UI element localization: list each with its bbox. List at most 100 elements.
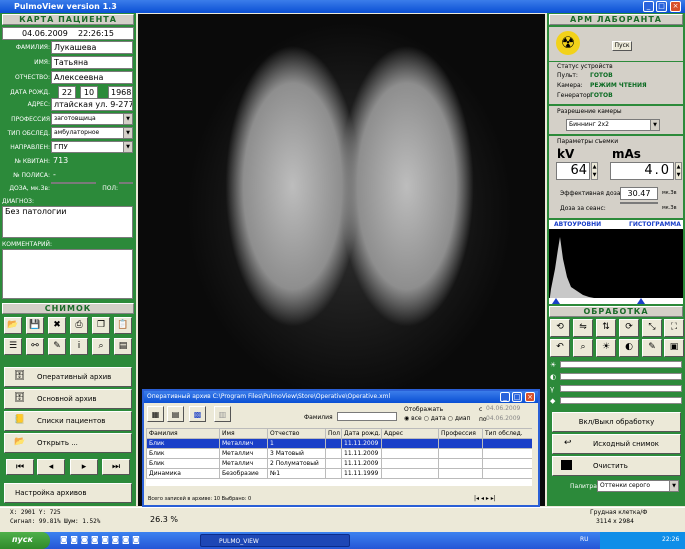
sex-label: ПОЛ: [102, 185, 118, 192]
sharpness-slider[interactable] [560, 397, 682, 404]
policy-field[interactable]: - [51, 169, 133, 180]
quick-launch-icons[interactable]: ◙ ◙ ◙ ◙ ◙ ◙ ◙ ◙ [60, 535, 140, 544]
invert-icon[interactable]: ▣ [664, 339, 684, 357]
rotate-right-icon[interactable]: ⟳ [619, 319, 639, 337]
tab-auto-levels[interactable]: АВТОУРОВНИ [554, 221, 601, 228]
radiation-icon: ☢ [556, 31, 580, 55]
histogram-chart[interactable] [549, 229, 683, 304]
from-label: с [479, 406, 483, 413]
exam-type-select[interactable]: амбулаторное ▼ [51, 127, 133, 139]
start-button[interactable]: Пуск [612, 41, 632, 51]
zoom-icon[interactable]: ⌕ [573, 339, 593, 357]
close-button[interactable]: × [670, 1, 681, 12]
grid-view-icon[interactable]: ▩ [189, 406, 206, 422]
language-indicator[interactable]: RU [580, 536, 589, 543]
patronymic-field[interactable]: Алексеевна [51, 71, 133, 84]
column-header[interactable]: Адрес [381, 428, 439, 439]
archive-nav[interactable]: |◂ ◂ ▸ ▸| [474, 495, 496, 502]
maximize-button[interactable]: □ [512, 392, 522, 402]
edit-record-icon[interactable]: ▤ [167, 406, 184, 422]
table-cell [381, 468, 439, 479]
table-cell: Безобразие [219, 468, 268, 479]
mas-stepper[interactable]: ▲ ▼ [675, 162, 682, 180]
mirror-icon[interactable]: ⇅ [596, 319, 616, 337]
table-row[interactable]: Блик Металлич 1 11.11.2009 [146, 438, 532, 449]
column-header[interactable]: Фамилия [146, 428, 220, 439]
print-icon[interactable]: ⎙ [70, 317, 88, 334]
to-date-field[interactable]: 04.06.2009 [486, 415, 520, 422]
comment-textarea[interactable] [2, 249, 133, 299]
receipt-label: № КВИТАН: [14, 158, 50, 165]
table-row[interactable]: Блик Металлич 2 Полуматовый 11.11.2009 [146, 458, 532, 469]
diagnosis-textarea[interactable]: Без патологии [2, 206, 133, 238]
toggle-processing-button[interactable]: Вкл/Выкл обработку [552, 412, 681, 432]
palette-select[interactable]: Оттенки серого ▼ [597, 480, 679, 492]
flip-icon[interactable]: ⇋ [573, 319, 593, 337]
paste-icon[interactable]: 📋 [114, 317, 132, 334]
table-cell: №1 [267, 468, 326, 479]
contrast-slider[interactable] [560, 373, 682, 380]
operative-archive-window[interactable]: Оперативный архив C:\Program Files\Pulmo… [142, 389, 540, 507]
resolution-select[interactable]: Биннинг 2x2 ▼ [566, 119, 660, 131]
kv-stepper[interactable]: ▲ ▼ [591, 162, 598, 180]
kv-value[interactable]: 64 [556, 162, 590, 180]
list-icon[interactable]: ☰ [4, 338, 22, 355]
start-menu-button[interactable]: пуск [0, 532, 50, 549]
column-header[interactable]: Отчество [267, 428, 326, 439]
fit-icon[interactable]: ⤡ [642, 319, 662, 337]
profession-select[interactable]: заготовщица ▼ [51, 113, 133, 125]
add-record-icon[interactable]: ▦ [147, 406, 164, 422]
contrast-icon[interactable]: ◐ [619, 339, 639, 357]
prev-record-button[interactable]: ◂ [37, 459, 65, 475]
column-header[interactable]: Дата рожд. [341, 428, 382, 439]
archive-window-title: Оперативный архив C:\Program Files\Pulmo… [144, 391, 538, 403]
column-header[interactable]: Пол [325, 428, 342, 439]
close-button[interactable]: × [525, 392, 535, 402]
document-icon[interactable]: ▤ [114, 338, 132, 355]
brightness-icon[interactable]: ☀ [596, 339, 616, 357]
copy-icon[interactable]: ❐ [92, 317, 110, 334]
referral-select[interactable]: ГПУ ▼ [51, 141, 133, 153]
surname-filter-input[interactable] [337, 412, 397, 421]
column-header[interactable]: Профессия [438, 428, 483, 439]
minimize-button[interactable]: _ [500, 392, 510, 402]
delete-icon[interactable]: ✖ [48, 317, 66, 334]
brightness-slider[interactable] [560, 361, 682, 368]
next-record-button[interactable]: ▸ [70, 459, 98, 475]
first-record-button[interactable]: ⏮ [6, 459, 34, 475]
from-date-field[interactable]: 04.06.2009 [486, 405, 520, 412]
tools-icon[interactable]: ✎ [48, 338, 66, 355]
crop-icon[interactable]: ⛶ [664, 319, 684, 337]
address-field[interactable]: лтайская ул. 9-277 [51, 98, 133, 111]
column-header[interactable]: Имя [219, 428, 268, 439]
table-row[interactable]: Блик Металлич 3 Матовый 11.11.2009 [146, 448, 532, 459]
minimize-button[interactable]: _ [643, 1, 654, 12]
policy-label: № ПОЛИСА: [13, 172, 50, 179]
rotate-left-icon[interactable]: ⟲ [550, 319, 570, 337]
maximize-button[interactable]: □ [656, 1, 667, 12]
last-record-button[interactable]: ⏭ [102, 459, 130, 475]
taskbar-task-pulmoview[interactable]: PULMO_VIEW [200, 534, 350, 547]
display-radio-group[interactable]: ◉ все ○ дата ○ диап [404, 415, 470, 422]
measure-icon[interactable]: ✎ [642, 339, 662, 357]
gamma-slider[interactable] [560, 385, 682, 392]
mas-value[interactable]: 4.0 [610, 162, 674, 180]
table-row[interactable]: Динамика Безобразие №1 11.11.1999 [146, 468, 532, 479]
name-field[interactable]: Татьяна [51, 56, 133, 69]
column-header[interactable]: Тип обслед. [482, 428, 532, 439]
network-icon[interactable]: ⚯ [26, 338, 44, 355]
archive-settings-button[interactable]: Настройка архивов [4, 483, 132, 503]
table-view-icon[interactable]: ▥ [214, 406, 231, 422]
undo-icon[interactable]: ↶ [550, 339, 570, 357]
info-icon[interactable]: i [70, 338, 88, 355]
search-icon[interactable]: ⌕ [92, 338, 110, 355]
save-icon[interactable]: 💾 [26, 317, 44, 334]
open-folder-icon[interactable]: 📂 [4, 317, 22, 334]
receipt-field[interactable]: 713 [51, 155, 133, 166]
surname-field[interactable]: Лукашева [51, 41, 133, 54]
table-cell: Динамика [146, 468, 220, 479]
tab-histogram[interactable]: ГИСТОГРАММА [629, 221, 681, 228]
console-status: ГОТОВ [590, 72, 613, 79]
chevron-down-icon: ▼ [669, 481, 678, 491]
resolution-label: Разрешение камеры [557, 108, 622, 115]
